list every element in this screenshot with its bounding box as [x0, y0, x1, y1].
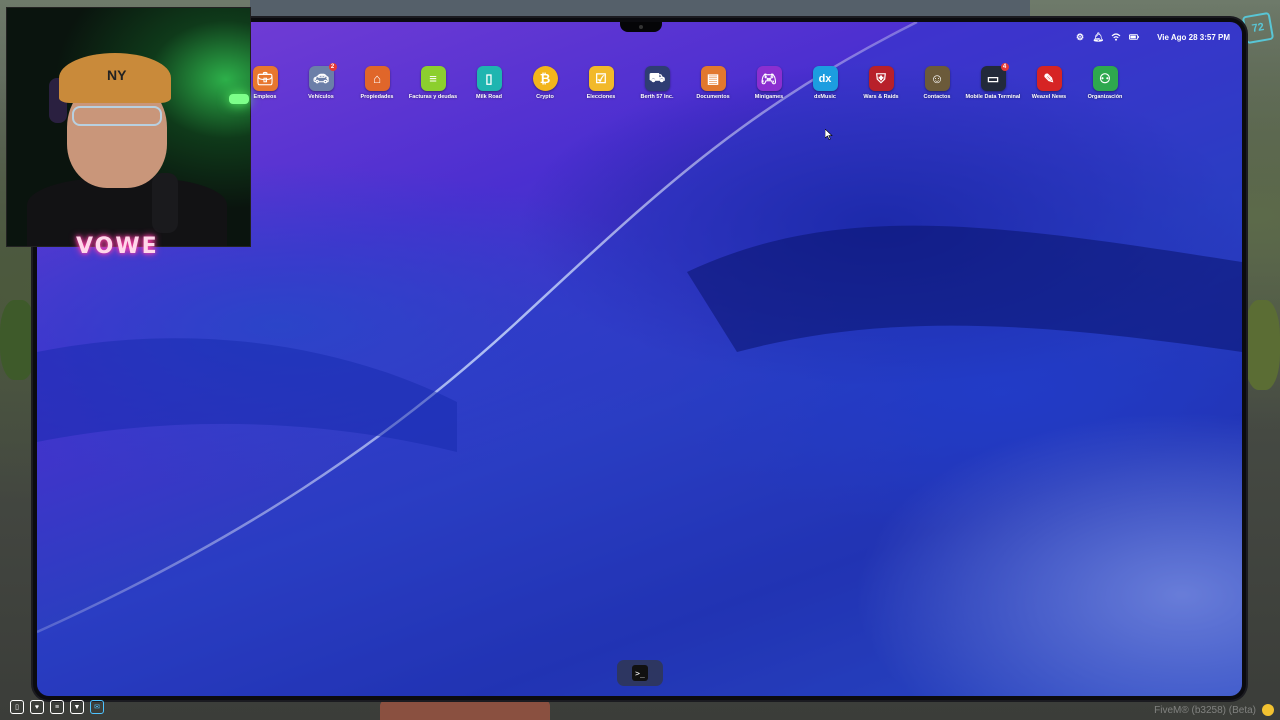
status-bar: ⚙ 🔔︎ Vie Ago 28 3:57 PM — [1075, 28, 1230, 46]
app-label: Vehículos — [308, 94, 334, 100]
briefcase-icon: 💼︎ — [252, 66, 278, 91]
app-label: Minigames — [754, 94, 784, 100]
app-wars[interactable]: ⛨ Wars & Raids — [853, 66, 909, 101]
bell-icon[interactable]: 🔔︎ — [1092, 32, 1103, 42]
app-label: Documentos — [696, 94, 730, 100]
notification-badge: 4 — [1000, 63, 1009, 71]
app-elecciones[interactable]: ☑ Elecciones — [573, 66, 629, 101]
microphone — [152, 173, 178, 233]
app-label: Mobile Data Terminal — [965, 94, 1021, 100]
invoice-icon: ≡ — [420, 66, 446, 91]
webcam-overlay: NY — [6, 7, 251, 247]
app-propiedades[interactable]: ⌂ Propiedades — [349, 66, 405, 101]
milk-icon: ▯ — [476, 66, 502, 91]
car-icon: 🚗︎ 2 — [308, 63, 337, 91]
house-icon: ⌂ — [364, 66, 390, 91]
app-mdt[interactable]: ▭ 4 Mobile Data Terminal — [965, 63, 1021, 101]
app-label: dxMusic — [813, 94, 836, 100]
gamepad-icon: 🎮︎ — [756, 66, 782, 91]
app-vehiculos[interactable]: 🚗︎ 2 Vehículos — [293, 63, 349, 101]
app-label: Milk Road — [476, 94, 502, 100]
tree-right — [1244, 300, 1280, 390]
glasses — [72, 106, 162, 126]
camera-dot — [639, 25, 643, 29]
news-icon: ✎ — [1036, 66, 1062, 91]
streamer-cap: NY — [59, 53, 171, 103]
app-facturas[interactable]: ≡ Facturas y deudas — [405, 66, 461, 101]
app-organizacion[interactable]: ⚇ Organización — [1077, 66, 1133, 101]
building-top — [250, 0, 1030, 18]
contacts-icon: ☺ — [924, 66, 950, 91]
shield-icon: ⛨ — [868, 66, 894, 91]
menu-icon[interactable]: ≡ — [50, 700, 64, 714]
battery-icon — [1129, 32, 1140, 42]
shirt-icon[interactable]: ▼ — [70, 700, 84, 714]
player-character — [380, 700, 550, 720]
app-label: Berth 57 Inc. — [640, 94, 674, 100]
app-label: Facturas y deudas — [408, 94, 458, 100]
app-contactos[interactable]: ☺ Contactos — [909, 66, 965, 101]
app-berth[interactable]: ⛟ Berth 57 Inc. — [629, 66, 685, 101]
document-icon: ▤ — [700, 66, 726, 91]
app-grid: 💼︎ Empleos 🚗︎ 2 Vehículos ⌂ Propiedades ≡… — [237, 63, 1133, 101]
app-label: Crypto — [536, 94, 554, 100]
app-documentos[interactable]: ▤ Documentos — [685, 66, 741, 101]
camera-notch — [620, 22, 662, 32]
dx-icon: dx — [812, 66, 838, 91]
app-weazel[interactable]: ✎ Weazel News — [1021, 66, 1077, 101]
app-crypto[interactable]: ₿ Crypto — [517, 66, 573, 101]
app-label: Propiedades — [360, 94, 394, 100]
monitor-icon: ▭ 4 — [980, 63, 1009, 91]
server-logo-icon: 72 — [1241, 11, 1275, 45]
organization-icon: ⚇ — [1092, 66, 1118, 91]
app-dxmusic[interactable]: dx dxMusic — [797, 66, 853, 101]
truck-icon: ⛟ — [644, 66, 670, 91]
app-label: Weazel News — [1031, 94, 1067, 100]
coin-icon: ₿ — [532, 66, 558, 91]
gear-icon[interactable]: ⚙ — [1075, 32, 1085, 42]
hud-bar: ▯ ♥ ≡ ▼ ✉ — [10, 700, 104, 714]
datetime: Vie Ago 28 3:57 PM — [1157, 32, 1230, 42]
emoji-icon — [1262, 704, 1274, 716]
tree-left — [0, 300, 36, 380]
app-label: Organización — [1087, 94, 1123, 100]
ballot-icon: ☑ — [588, 66, 614, 91]
app-milkroad[interactable]: ▯ Milk Road — [461, 66, 517, 101]
notification-badge: 2 — [328, 63, 337, 71]
streamer-brand: VOWE — [76, 234, 159, 259]
mail-icon[interactable]: ✉ — [90, 700, 104, 714]
cap-logo: NY — [107, 67, 127, 83]
wifi-icon — [1111, 32, 1121, 42]
app-label: Elecciones — [586, 94, 616, 100]
app-label: Contactos — [923, 94, 951, 100]
app-minigames[interactable]: 🎮︎ Minigames — [741, 66, 797, 101]
terminal-icon[interactable]: >_ — [632, 665, 648, 681]
green-light — [229, 94, 249, 104]
dock: >_ — [617, 660, 663, 686]
app-label: Wars & Raids — [863, 94, 899, 100]
fivem-version: FiveM® (b3258) (Beta) — [1154, 705, 1256, 716]
heart-icon[interactable]: ♥ — [30, 700, 44, 714]
phone-icon[interactable]: ▯ — [10, 700, 24, 714]
